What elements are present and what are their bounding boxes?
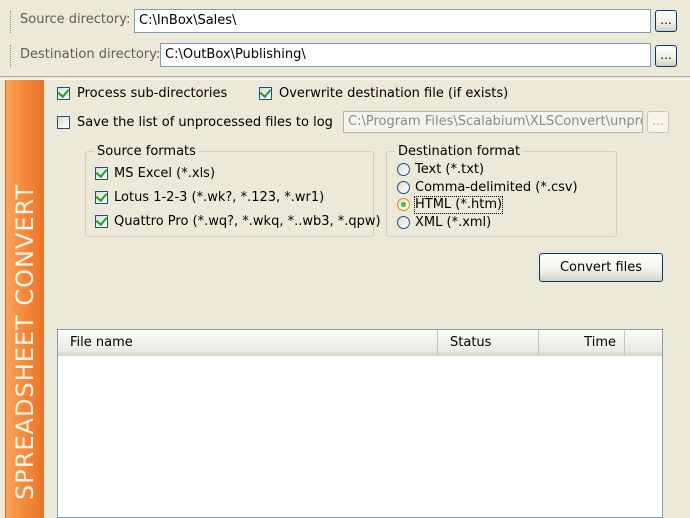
sidebar-banner: SPREADSHEET CONVERT <box>5 80 44 518</box>
process-subdirs-label: Process sub-directories <box>77 86 228 101</box>
log-path-input[interactable]: C:\Program Files\Scalabium\XLSConvert\un… <box>343 111 643 133</box>
source-directory-label: Source directory: <box>20 12 131 27</box>
destination-format-title: Destination format <box>395 144 524 160</box>
format-xls-label: MS Excel (*.xls) <box>114 166 216 181</box>
source-formats-title: Source formats <box>94 144 199 160</box>
toolbar-grip <box>10 11 14 33</box>
format-quattro-label: Quattro Pro (*.wq?, *.wkq, *..wb3, *.qpw… <box>114 214 381 229</box>
checkmark-icon <box>95 213 108 227</box>
source-browse-button[interactable]: ... <box>655 10 677 32</box>
format-lotus-label: Lotus 1-2-3 (*.wk?, *.123, *.wr1) <box>114 190 325 205</box>
dest-csv-label: Comma-delimited (*.csv) <box>415 180 578 195</box>
checkmark-icon <box>259 85 272 99</box>
destination-directory-label: Destination directory: <box>20 47 161 62</box>
checkmark-icon <box>95 189 108 203</box>
checkmark-icon <box>57 85 70 99</box>
format-quattro-checkbox[interactable] <box>95 213 108 228</box>
save-log-label: Save the list of unprocessed files to lo… <box>77 115 333 130</box>
column-header-file-name[interactable]: File name <box>58 330 438 355</box>
dest-txt-radio[interactable] <box>397 163 410 176</box>
column-header-status[interactable]: Status <box>438 330 539 355</box>
destination-directory-input[interactable]: C:\OutBox\Publishing\ <box>160 43 651 67</box>
format-lotus-checkbox[interactable] <box>95 189 108 204</box>
convert-files-button[interactable]: Convert files <box>539 253 663 282</box>
sidebar-title: SPREADSHEET CONVERT <box>11 183 39 500</box>
dest-txt-label: Text (*.txt) <box>415 162 485 177</box>
file-list[interactable]: File name Status Time <box>57 329 663 518</box>
dest-xml-label: XML (*.xml) <box>415 215 492 230</box>
format-xls-checkbox[interactable] <box>95 165 108 180</box>
save-log-checkbox[interactable] <box>57 116 70 129</box>
file-list-header: File name Status Time <box>58 330 662 356</box>
dest-csv-radio[interactable] <box>397 181 410 194</box>
radio-dot-icon <box>401 202 406 207</box>
dest-html-label: HTML (*.htm) <box>413 196 504 214</box>
toolbar-separator <box>0 76 690 80</box>
dest-xml-radio[interactable] <box>397 216 410 229</box>
process-subdirs-checkbox[interactable] <box>57 85 70 100</box>
source-directory-input[interactable]: C:\InBox\Sales\ <box>134 9 651 33</box>
checkmark-icon <box>95 165 108 179</box>
log-browse-button[interactable]: ... <box>647 111 669 133</box>
column-header-time[interactable]: Time <box>539 330 625 355</box>
destination-browse-button[interactable]: ... <box>655 45 677 67</box>
toolbar-grip <box>10 45 14 67</box>
overwrite-checkbox[interactable] <box>259 85 272 100</box>
overwrite-label: Overwrite destination file (if exists) <box>279 86 509 101</box>
dest-html-radio[interactable] <box>397 198 410 211</box>
